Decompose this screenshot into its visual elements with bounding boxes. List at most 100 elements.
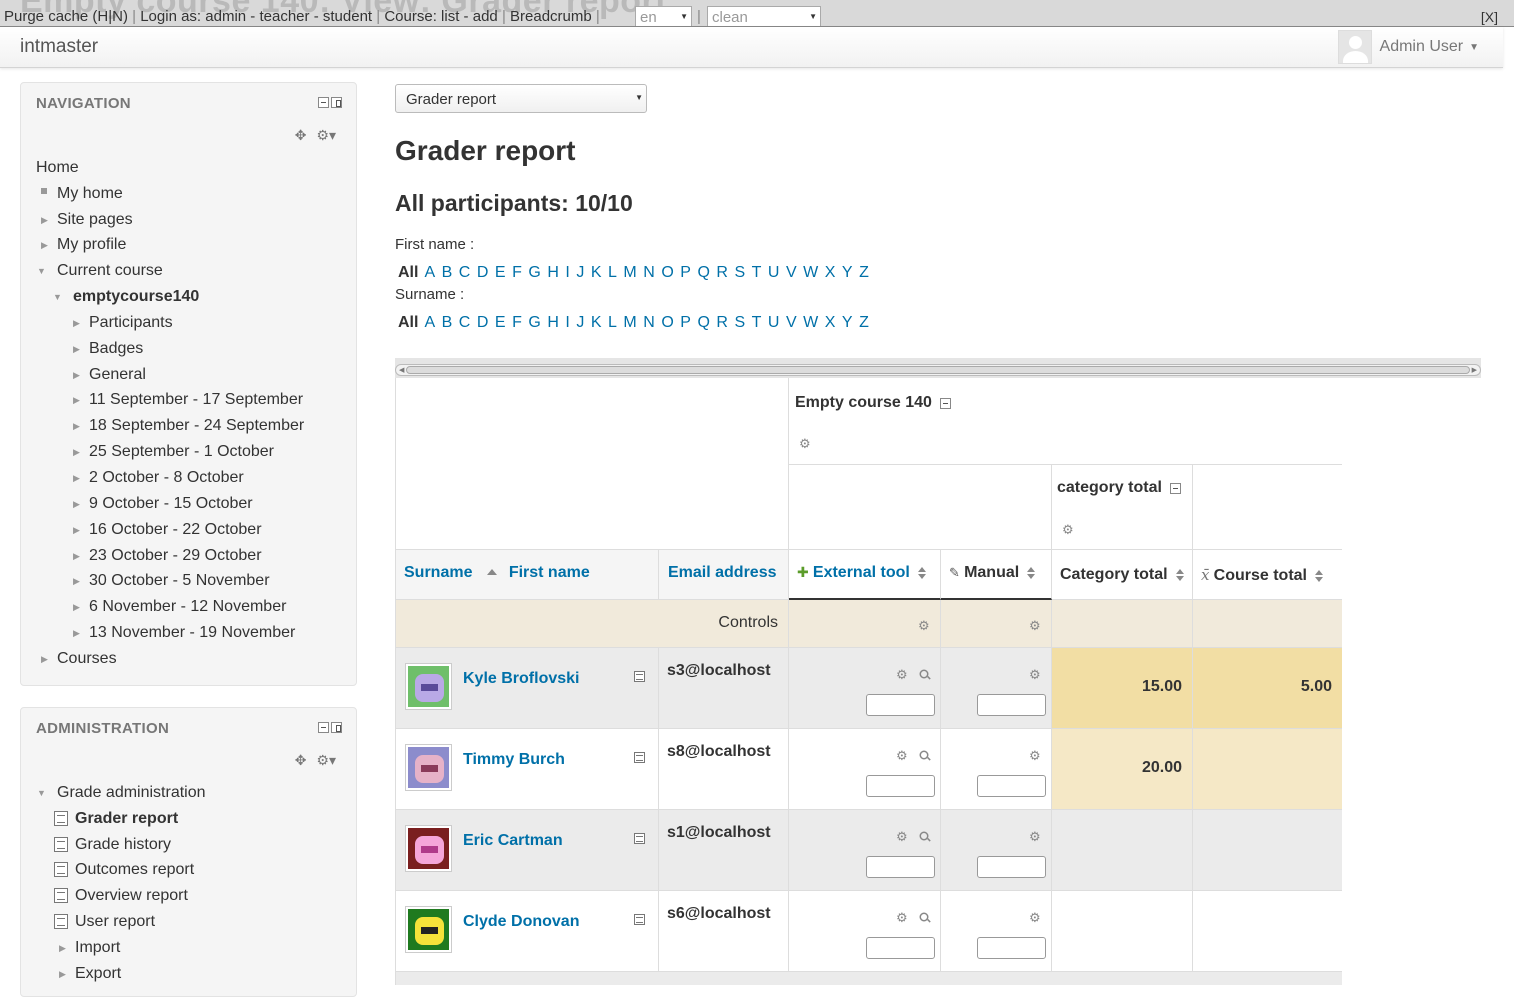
user-picture[interactable] — [405, 744, 452, 791]
user-name-link[interactable]: Timmy Burch — [463, 751, 565, 769]
user-name-link[interactable]: Kyle Broflovski — [463, 670, 579, 688]
admin-grader-report[interactable]: Grader report — [54, 810, 178, 828]
nav-section[interactable]: ▶ 6 November - 12 November — [73, 598, 286, 616]
user-report-icon[interactable] — [634, 671, 645, 682]
initial-letter-link[interactable]: N — [643, 314, 655, 331]
admin-user-report[interactable]: User report — [54, 913, 155, 931]
initial-letter-link[interactable]: C — [459, 264, 471, 281]
purge-cache-link[interactable]: Purge cache — [4, 8, 88, 25]
nav-section[interactable]: ▶ General — [73, 366, 146, 384]
initial-letter-link[interactable]: N — [643, 264, 655, 281]
user-report-icon[interactable] — [634, 833, 645, 844]
language-select[interactable]: en ▼ — [635, 6, 692, 26]
nav-section[interactable]: ▶ 13 November - 19 November — [73, 624, 295, 642]
dock-icon[interactable] — [331, 97, 342, 108]
initial-letter-link[interactable]: S — [734, 264, 745, 281]
initial-letter-link[interactable]: D — [477, 314, 489, 331]
grade-input[interactable] — [866, 856, 935, 878]
initial-letter-link[interactable]: T — [752, 314, 762, 331]
nav-site-pages[interactable]: ▶ Site pages — [41, 211, 133, 229]
nav-my-profile[interactable]: ▶ My profile — [41, 236, 126, 254]
initial-letter-link[interactable]: Q — [697, 314, 709, 331]
initial-letter-link[interactable]: P — [680, 264, 691, 281]
horizontal-scrollbar[interactable]: ◀ ▶ — [395, 358, 1481, 378]
gear-icon[interactable]: ⚙ — [896, 749, 908, 762]
initial-letter-link[interactable]: V — [786, 264, 797, 281]
user-report-icon[interactable] — [634, 914, 645, 925]
scrollbar-track[interactable]: ◀ ▶ — [395, 364, 1481, 376]
initial-letter-link[interactable]: T — [752, 264, 762, 281]
report-type-select[interactable]: Grader report ▼ — [395, 84, 647, 113]
user-name-link[interactable]: Clyde Donovan — [463, 913, 579, 931]
nav-section[interactable]: ▶ 23 October - 29 October — [73, 547, 262, 565]
gear-icon[interactable]: ⚙ — [1029, 749, 1041, 762]
search-icon[interactable] — [919, 831, 929, 841]
login-teacher-link[interactable]: teacher — [259, 8, 309, 25]
gear-icon[interactable]: ⚙ — [1029, 830, 1041, 843]
user-menu[interactable]: Admin User ▼ — [1337, 27, 1479, 67]
initial-letter-link[interactable]: A — [424, 264, 435, 281]
nav-section[interactable]: ▶ 25 September - 1 October — [73, 443, 274, 461]
grade-input[interactable] — [977, 937, 1046, 959]
initial-letter-link[interactable]: F — [512, 264, 522, 281]
grade-input[interactable] — [977, 856, 1046, 878]
initial-letter-link[interactable]: H — [547, 264, 559, 281]
initial-letter-link[interactable]: H — [547, 314, 559, 331]
user-report-icon[interactable] — [634, 752, 645, 763]
initial-letter-link[interactable]: S — [734, 314, 745, 331]
theme-select[interactable]: clean ▼ — [707, 6, 821, 26]
gear-icon[interactable]: ⚙ — [896, 668, 908, 681]
user-picture[interactable] — [405, 825, 452, 872]
nav-section[interactable]: ▶ 30 October - 5 November — [73, 572, 270, 590]
initial-letter-link[interactable]: G — [528, 264, 540, 281]
grade-input[interactable] — [977, 694, 1046, 716]
collapse-icon[interactable] — [1170, 482, 1182, 494]
admin-grade-administration[interactable]: ▼ Grade administration — [37, 784, 206, 802]
sort-surname-link[interactable]: Surname — [404, 564, 472, 581]
course-list-link[interactable]: list — [441, 8, 459, 25]
user-picture[interactable] — [405, 906, 452, 953]
initial-letter-link[interactable]: I — [565, 264, 569, 281]
user-picture[interactable] — [405, 663, 452, 710]
initial-letter-link[interactable]: P — [680, 314, 691, 331]
initial-all-link[interactable]: All — [398, 264, 418, 281]
initial-letter-link[interactable]: X — [825, 314, 836, 331]
move-icon[interactable]: ✥ — [295, 127, 307, 144]
nav-section[interactable]: ▶ 16 October - 22 October — [73, 521, 262, 539]
initial-letter-link[interactable]: B — [442, 314, 453, 331]
initial-letter-link[interactable]: A — [424, 314, 435, 331]
initial-letter-link[interactable]: O — [661, 264, 673, 281]
initial-letter-link[interactable]: O — [661, 314, 673, 331]
sort-icon[interactable] — [1315, 570, 1324, 583]
initial-letter-link[interactable]: J — [576, 264, 584, 281]
initial-letter-link[interactable]: Z — [859, 264, 869, 281]
initial-letter-link[interactable]: Z — [859, 314, 869, 331]
gear-icon[interactable]: ⚙ — [896, 830, 908, 843]
initial-letter-link[interactable]: J — [576, 314, 584, 331]
gear-icon[interactable]: ⚙ — [1029, 619, 1041, 632]
admin-export[interactable]: ▶ Export — [59, 965, 121, 983]
breadcrumb-link[interactable]: Breadcrumb — [510, 8, 592, 25]
gear-icon[interactable]: ⚙ — [896, 911, 908, 924]
initial-letter-link[interactable]: R — [716, 314, 728, 331]
initial-letter-link[interactable]: F — [512, 314, 522, 331]
move-icon[interactable]: ✥ — [295, 752, 307, 769]
dock-icon[interactable] — [331, 722, 342, 733]
initial-all-link[interactable]: All — [398, 314, 418, 331]
initial-letter-link[interactable]: K — [591, 314, 602, 331]
initial-letter-link[interactable]: M — [623, 264, 636, 281]
initial-letter-link[interactable]: K — [591, 264, 602, 281]
nav-section[interactable]: ▶ 11 September - 17 September — [73, 391, 303, 409]
admin-grade-history[interactable]: Grade history — [54, 836, 171, 854]
initial-letter-link[interactable]: Y — [842, 314, 853, 331]
login-admin-link[interactable]: admin — [205, 8, 246, 25]
initial-letter-link[interactable]: U — [768, 314, 780, 331]
scrollbar-thumb[interactable] — [406, 366, 1470, 374]
search-icon[interactable] — [919, 669, 929, 679]
course-add-link[interactable]: add — [473, 8, 498, 25]
initial-letter-link[interactable]: Q — [697, 264, 709, 281]
admin-overview-report[interactable]: Overview report — [54, 887, 188, 905]
initial-letter-link[interactable]: C — [459, 314, 471, 331]
gear-icon[interactable]: ⚙ — [918, 619, 930, 632]
initial-letter-link[interactable]: L — [608, 314, 617, 331]
